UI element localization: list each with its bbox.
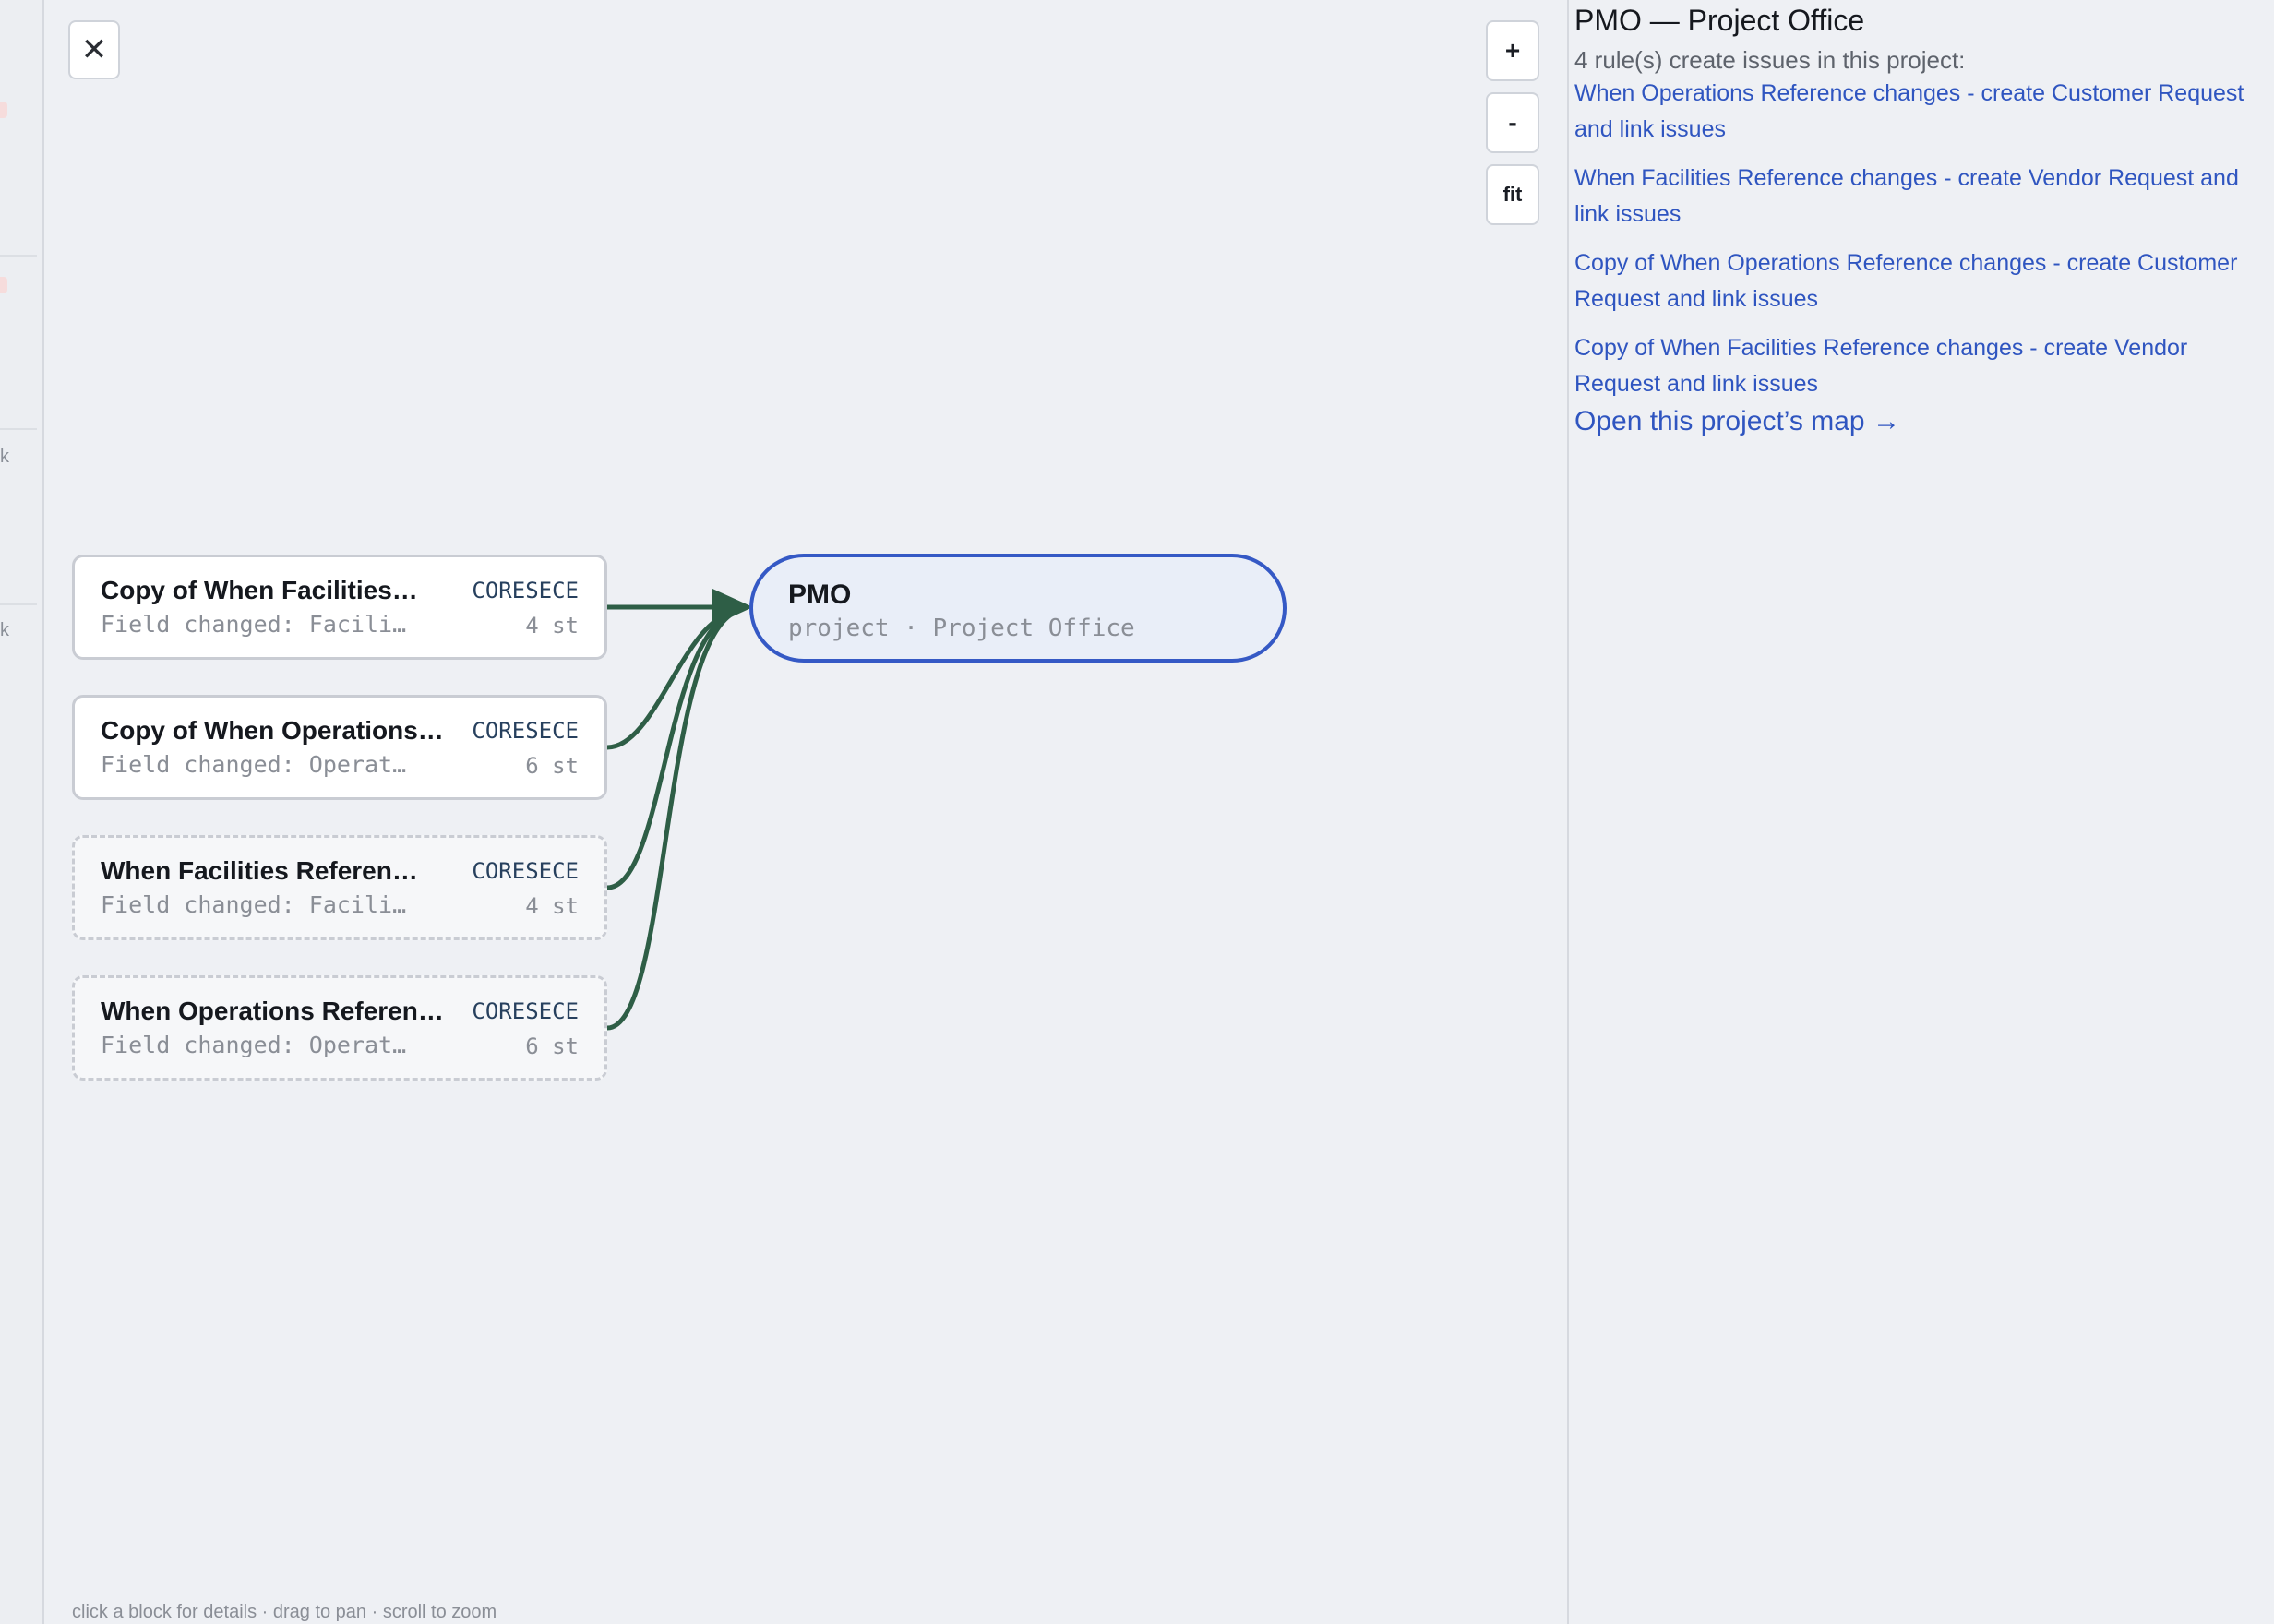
rule-card[interactable]: Copy of When Facilities… CORESECE Field … xyxy=(72,555,607,660)
rule-project-key: CORESECE xyxy=(472,998,579,1024)
project-node-subtitle: project · Project Office xyxy=(788,615,1135,642)
rule-steps: 6 st xyxy=(525,753,579,779)
project-node[interactable]: PMO project · Project Office xyxy=(749,554,1287,663)
open-project-map-link[interactable]: Open this project’s map → xyxy=(1574,406,1900,437)
rule-title: When Facilities Referen… xyxy=(101,856,418,885)
rule-title: Copy of When Facilities… xyxy=(101,576,418,604)
rule-link[interactable]: Copy of When Operations Reference change… xyxy=(1574,245,2268,317)
rule-trigger: Field changed: Facili… xyxy=(101,891,407,918)
rule-trigger: Field changed: Operat… xyxy=(101,1032,407,1058)
rule-steps: 4 st xyxy=(525,893,579,919)
fit-label: fit xyxy=(1502,183,1523,206)
edge-rule-3 xyxy=(606,608,739,890)
zoom-out-button[interactable]: - xyxy=(1486,92,1539,153)
panel-title: PMO — Project Office xyxy=(1574,4,1865,37)
rule-project-key: CORESECE xyxy=(472,718,579,744)
zoom-in-button[interactable]: + xyxy=(1486,20,1539,81)
panel-rule-count: 4 rule(s) create issues in this project: xyxy=(1574,46,1966,74)
fit-button[interactable]: fit xyxy=(1486,164,1539,225)
rule-steps: 4 st xyxy=(525,613,579,639)
rule-card-disabled[interactable]: When Facilities Referen… CORESECE Field … xyxy=(72,835,607,940)
rule-project-key: CORESECE xyxy=(472,858,579,884)
rule-steps: 6 st xyxy=(525,1033,579,1059)
rule-link[interactable]: When Operations Reference changes - crea… xyxy=(1574,76,2268,148)
rule-link[interactable]: When Facilities Reference changes - crea… xyxy=(1574,161,2268,233)
rule-title: Copy of When Operations… xyxy=(101,716,444,745)
rule-card-disabled[interactable]: When Operations Referen… CORESECE Field … xyxy=(72,975,607,1081)
minus-icon: - xyxy=(1508,108,1517,137)
rule-title: When Operations Referen… xyxy=(101,997,444,1025)
rule-project-key: CORESECE xyxy=(472,578,579,603)
rule-link[interactable]: Copy of When Facilities Reference change… xyxy=(1574,330,2268,402)
rule-trigger: Field changed: Facili… xyxy=(101,611,407,638)
rule-trigger: Field changed: Operat… xyxy=(101,751,407,778)
arrowhead-icon xyxy=(712,589,753,626)
canvas-hint: click a block for details · drag to pan … xyxy=(72,1602,497,1622)
plus-icon: + xyxy=(1504,36,1521,65)
details-panel: PMO — Project Office 4 rule(s) create is… xyxy=(1574,0,2268,1624)
panel-divider xyxy=(1567,0,1569,1624)
project-node-title: PMO xyxy=(788,579,852,610)
rule-links-list: When Operations Reference changes - crea… xyxy=(1574,76,2268,415)
rule-card[interactable]: Copy of When Operations… CORESECE Field … xyxy=(72,695,607,800)
